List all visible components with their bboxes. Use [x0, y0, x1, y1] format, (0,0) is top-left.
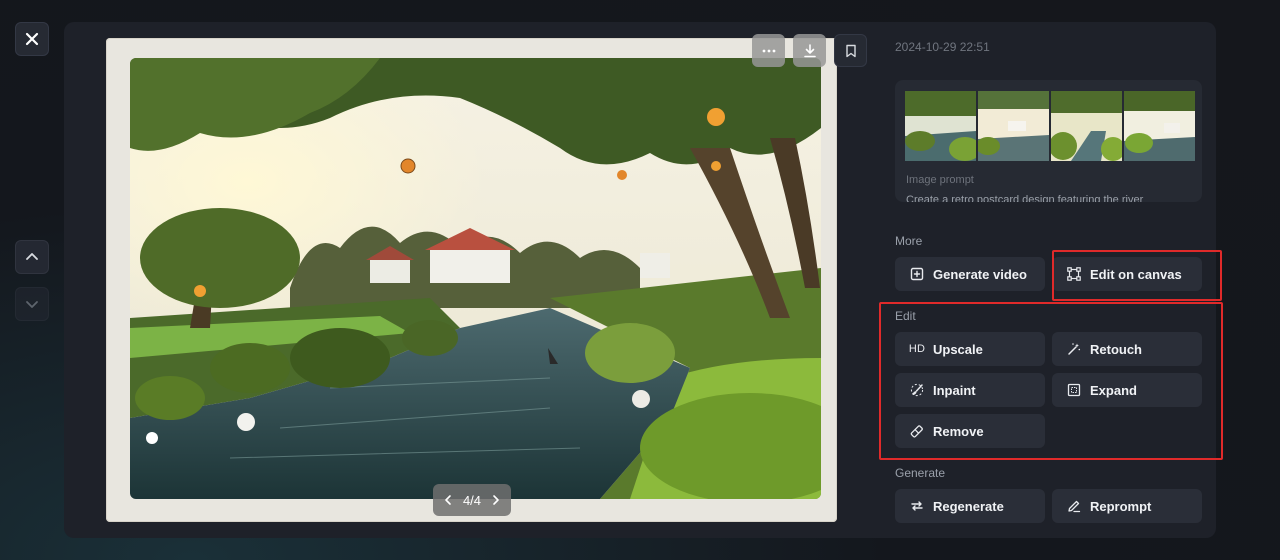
thumbnail-3[interactable] [1051, 91, 1122, 161]
download-icon [803, 43, 816, 57]
magic-wand-icon [1066, 341, 1082, 357]
upscale-button[interactable]: HD Upscale [895, 332, 1045, 366]
reprompt-button[interactable]: Reprompt [1052, 489, 1202, 523]
thumbnail-1[interactable] [905, 91, 976, 161]
expand-label: Expand [1090, 382, 1137, 398]
chevron-right-icon [493, 495, 499, 505]
thumbnail-image [905, 91, 976, 161]
hd-icon: HD [908, 343, 926, 355]
download-button[interactable] [793, 34, 826, 67]
close-button[interactable] [15, 22, 49, 56]
pager-next-button[interactable] [490, 494, 502, 506]
remove-button[interactable]: Remove [895, 414, 1045, 448]
chevron-down-icon [26, 301, 38, 308]
more-options-button[interactable] [752, 34, 785, 67]
generated-image[interactable] [130, 58, 821, 499]
chevron-up-icon [26, 253, 38, 260]
river-landscape-image [130, 58, 821, 499]
image-prompt-label: Image prompt [906, 174, 974, 186]
upscale-label: Upscale [933, 341, 983, 357]
generate-video-button[interactable]: Generate video [895, 257, 1045, 291]
image-prompt-card[interactable]: Image prompt Create a retro postcard des… [895, 80, 1202, 202]
expand-button[interactable]: Expand [1052, 373, 1202, 407]
edit-on-canvas-label: Edit on canvas [1090, 266, 1182, 282]
eraser-icon [909, 423, 925, 439]
thumbnail-strip [905, 91, 1195, 161]
pencil-icon [1066, 498, 1082, 514]
regenerate-icon [909, 498, 925, 514]
pager-label: 4/4 [462, 492, 482, 508]
bookmark-button[interactable] [834, 34, 867, 67]
remove-label: Remove [933, 423, 984, 439]
created-timestamp: 2024-10-29 22:51 [895, 40, 990, 54]
image-prompt-text: Create a retro postcard design featuring… [906, 194, 1144, 202]
thumbnail-image [1124, 91, 1195, 161]
inpaint-button[interactable]: Inpaint [895, 373, 1045, 407]
generate-section-label: Generate [895, 466, 946, 480]
expand-icon [1066, 382, 1082, 398]
next-image-button[interactable] [15, 287, 49, 321]
inpaint-label: Inpaint [933, 382, 976, 398]
chevron-left-icon [445, 495, 451, 505]
close-icon [25, 32, 39, 46]
brush-icon [909, 382, 925, 398]
thumbnail-4[interactable] [1124, 91, 1195, 161]
thumbnail-2[interactable] [978, 91, 1049, 161]
more-section-label: More [895, 234, 923, 248]
edit-section-label: Edit [895, 309, 916, 323]
thumbnail-image [978, 91, 1049, 161]
previous-image-button[interactable] [15, 240, 49, 274]
retouch-label: Retouch [1090, 341, 1142, 357]
pager-prev-button[interactable] [442, 494, 454, 506]
regenerate-label: Regenerate [933, 498, 1004, 514]
reprompt-label: Reprompt [1090, 498, 1152, 514]
thumbnail-image [1051, 91, 1122, 161]
regenerate-button[interactable]: Regenerate [895, 489, 1045, 523]
retouch-button[interactable]: Retouch [1052, 332, 1202, 366]
image-pager: 4/4 [433, 484, 511, 516]
canvas-icon [1066, 266, 1082, 282]
edit-on-canvas-button[interactable]: Edit on canvas [1052, 257, 1202, 291]
generate-video-icon [909, 266, 925, 282]
more-horizontal-icon [762, 49, 775, 52]
generate-video-label: Generate video [933, 266, 1027, 282]
bookmark-icon [845, 44, 856, 57]
